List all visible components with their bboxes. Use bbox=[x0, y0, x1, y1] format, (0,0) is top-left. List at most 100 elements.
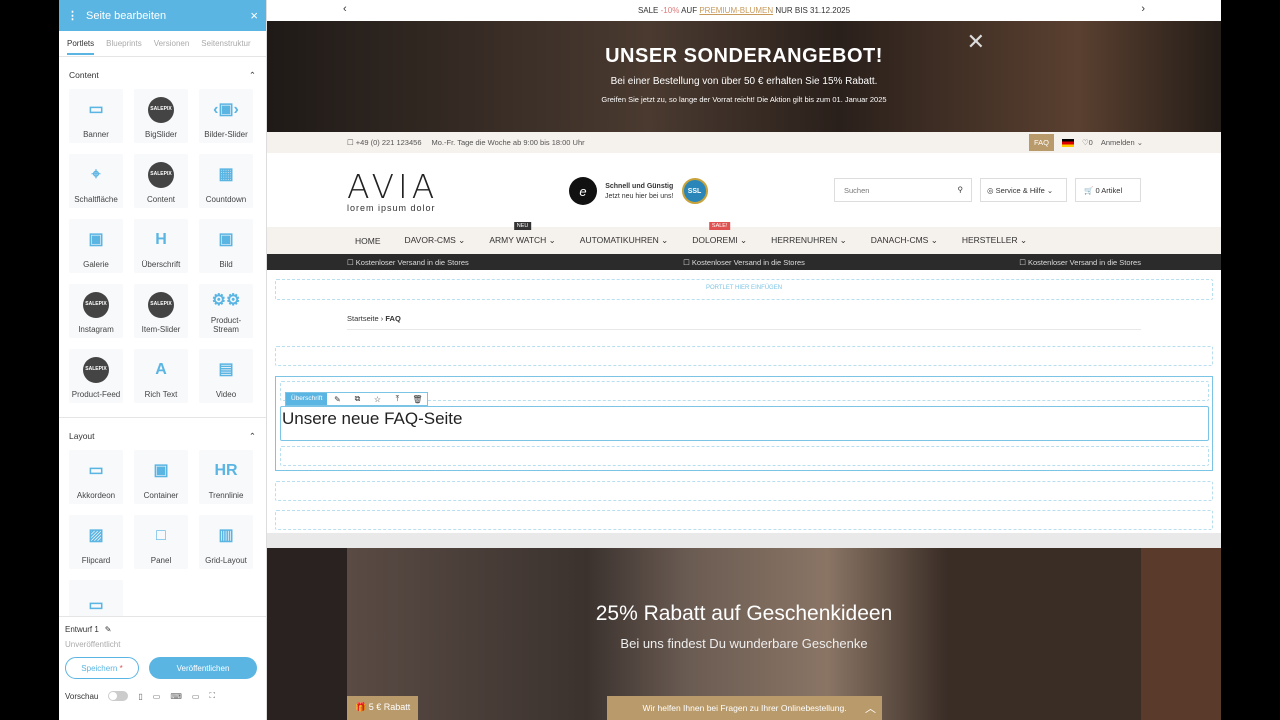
nav-item[interactable]: HOME bbox=[355, 236, 381, 246]
desktop-icon[interactable]: ▭ bbox=[192, 692, 200, 701]
portlet-tile[interactable]: SALEPIX Instagram bbox=[69, 284, 123, 338]
nav-item[interactable]: AUTOMATIKUHREN ⌄ bbox=[580, 235, 669, 246]
logo[interactable]: AVIA lorem ipsum dolor bbox=[347, 167, 438, 213]
nav-item[interactable]: DOLOREMI ⌄ SALE! bbox=[692, 222, 747, 246]
chevron-right-icon[interactable]: › bbox=[1141, 3, 1145, 15]
portlet-tile[interactable]: A Rich Text bbox=[134, 349, 188, 403]
breadcrumb-home[interactable]: Startseite bbox=[347, 314, 379, 323]
portlet-tile[interactable]: ‹▣› Bilder-Slider bbox=[199, 89, 253, 143]
trust-badges: e Schnell und Günstig Jetzt neu hier bei… bbox=[569, 177, 708, 205]
chevron-up-icon[interactable]: ︿ bbox=[865, 700, 876, 716]
service-dropdown[interactable]: ◎ Service & Hilfe ⌄ bbox=[980, 178, 1067, 202]
portlet-tile[interactable]: ▣ Galerie bbox=[69, 219, 123, 273]
tab-blueprints[interactable]: Blueprints bbox=[106, 39, 142, 48]
portlet-dropzone[interactable]: PORTLET HIER EINFÜGEN bbox=[275, 279, 1213, 300]
section-separator bbox=[267, 533, 1221, 548]
tab-portlets[interactable]: Portlets bbox=[67, 39, 95, 55]
search-input[interactable]: Suchen ⚲ bbox=[834, 178, 972, 202]
copy-icon[interactable]: ⧉ bbox=[347, 393, 367, 405]
parent-icon[interactable]: ⤒ bbox=[387, 393, 407, 405]
cart-button[interactable]: 🛒 0 Artikel bbox=[1075, 178, 1141, 202]
portlet-tile-label: Container bbox=[143, 491, 179, 500]
pencil-icon[interactable]: ✎ bbox=[105, 625, 112, 634]
nav-item[interactable]: HERRENUHREN ⌄ bbox=[771, 235, 847, 246]
portlet-tile[interactable]: ▨ Flipcard bbox=[69, 515, 123, 569]
portlet-tile[interactable]: ▭ Akkordeon bbox=[69, 450, 123, 504]
portlet-tile[interactable]: SALEPIX BigSlider bbox=[134, 89, 188, 143]
portlet-dropzone[interactable] bbox=[275, 510, 1213, 530]
nav-item[interactable]: HERSTELLER ⌄ bbox=[962, 235, 1027, 246]
portlet-tile[interactable]: ▣ Bild bbox=[199, 219, 253, 273]
tablet-icon[interactable]: ▭ bbox=[153, 692, 161, 701]
search-icon[interactable]: ⚲ bbox=[958, 185, 964, 194]
chevron-left-icon[interactable]: ‹ bbox=[343, 3, 347, 15]
grid-layout-icon: ▥ bbox=[218, 527, 234, 544]
phone[interactable]: ☐ +49 (0) 221 123456 bbox=[347, 138, 422, 147]
save-button[interactable]: Speichern * bbox=[65, 657, 139, 679]
preview-label: Vorschau bbox=[65, 691, 99, 701]
portlet-tile[interactable]: SALEPIX Item-Slider bbox=[134, 284, 188, 338]
portlet-tile[interactable]: HR Trennlinie bbox=[199, 450, 253, 504]
portlet-tile[interactable]: ▥ Grid-Layout bbox=[199, 515, 253, 569]
portlet-tile[interactable]: ▤ Video bbox=[199, 349, 253, 403]
promo-link[interactable]: PREMIUM-BLUMEN bbox=[699, 6, 773, 15]
portlet-dropzone[interactable] bbox=[275, 481, 1213, 501]
close-icon[interactable]: ✕ bbox=[967, 29, 985, 55]
chevron-up-icon: ⌃ bbox=[248, 430, 256, 441]
fullscreen-icon[interactable]: ⛶ bbox=[209, 691, 215, 701]
star-icon[interactable]: ☆ bbox=[367, 393, 387, 405]
portlet-tile-label: Trennlinie bbox=[208, 491, 244, 500]
cart-icon: 🛒 bbox=[1084, 186, 1094, 195]
preview-toggle[interactable] bbox=[108, 691, 129, 701]
drag-handle-icon[interactable]: ⋮ bbox=[67, 9, 78, 22]
nav-item-label: DANACH-CMS ⌄ bbox=[870, 235, 938, 245]
portlet-tile[interactable]: H Überschrift bbox=[134, 219, 188, 273]
portlet-tile[interactable]: SALEPIX Product-Feed bbox=[69, 349, 123, 403]
flag-de-icon[interactable] bbox=[1061, 138, 1074, 147]
close-icon[interactable]: × bbox=[250, 8, 258, 23]
heading-portlet[interactable]: Unsere neue FAQ-Seite bbox=[280, 406, 1209, 441]
delete-icon[interactable]: 🗑 bbox=[407, 393, 427, 405]
portlet-dropzone[interactable] bbox=[275, 346, 1213, 366]
edit-icon[interactable]: ✎ bbox=[327, 393, 347, 405]
salepix-logo: SALEPIX bbox=[148, 291, 174, 318]
flipcard-icon: ▨ bbox=[88, 527, 104, 544]
salepix-logo: SALEPIX bbox=[83, 291, 109, 318]
insert-portlet-label[interactable]: PORTLET HIER EINFÜGEN bbox=[276, 285, 1212, 291]
section-content-header[interactable]: Content ⌃ bbox=[59, 65, 266, 85]
breadcrumb-current: FAQ bbox=[385, 314, 401, 323]
portlet-tile-label: Item-Slider bbox=[141, 325, 181, 334]
portlet-tile-label: Grid-Layout bbox=[205, 556, 247, 565]
laptop-icon[interactable]: ⌨ bbox=[170, 692, 182, 701]
portlet-tile[interactable]: ⌖ Schaltfläche bbox=[69, 154, 123, 208]
nav-badge: NEU bbox=[513, 222, 532, 230]
discount-tab[interactable]: 🎁 5 € Rabatt bbox=[347, 696, 419, 720]
nav-item-label: DAVOR-CMS ⌄ bbox=[404, 235, 466, 245]
section-layout-header[interactable]: Layout ⌃ bbox=[59, 426, 266, 446]
nav-item[interactable]: DANACH-CMS ⌄ bbox=[871, 235, 938, 246]
portlet-tile[interactable]: ▣ Container bbox=[134, 450, 188, 504]
tab-seitenstruktur[interactable]: Seitenstruktur bbox=[201, 39, 250, 48]
tab-versionen[interactable]: Versionen bbox=[154, 39, 190, 48]
section-title: Content bbox=[69, 70, 99, 80]
nav-item-label: HOME bbox=[355, 235, 381, 246]
faq-link[interactable]: FAQ bbox=[1028, 134, 1054, 151]
portlet-tile[interactable]: SALEPIX Content bbox=[134, 154, 188, 208]
hero-line1: Bei einer Bestellung von über 50 € erhal… bbox=[610, 76, 878, 87]
trust-line1: Schnell und Günstig bbox=[605, 182, 674, 190]
help-bar[interactable]: Wir helfen Ihnen bei Fragen zu Ihrer Onl… bbox=[607, 696, 882, 720]
portlet-tile[interactable]: ▦ Countdown bbox=[199, 154, 253, 208]
nav-item[interactable]: ARMY WATCH ⌄ NEU bbox=[489, 222, 556, 246]
button-icon: ⌖ bbox=[91, 166, 101, 183]
main-nav: HOME DAVOR-CMS ⌄ ARMY WATCH ⌄ NEU AUTOMATIKU… bbox=[267, 222, 1221, 254]
publish-button[interactable]: Veröffentlichen bbox=[149, 657, 257, 679]
mobile-icon[interactable]: ▯ bbox=[138, 692, 142, 701]
portlet-tile[interactable]: ▭ Banner bbox=[69, 89, 123, 143]
login-dropdown[interactable]: Anmelden ⌄ bbox=[1101, 138, 1143, 147]
portlet-tile[interactable]: ⚙⚙ Product-Stream bbox=[199, 284, 253, 338]
nav-item[interactable]: DAVOR-CMS ⌄ bbox=[405, 235, 466, 246]
portlet-dropzone[interactable] bbox=[280, 446, 1209, 466]
portlet-tile[interactable]: □ Panel bbox=[134, 515, 188, 569]
wishlist[interactable]: ♡0 bbox=[1082, 138, 1093, 147]
site-preview: ‹ SALE -10% AUF PREMIUM-BLUMEN NUR BIS 3… bbox=[267, 0, 1221, 720]
